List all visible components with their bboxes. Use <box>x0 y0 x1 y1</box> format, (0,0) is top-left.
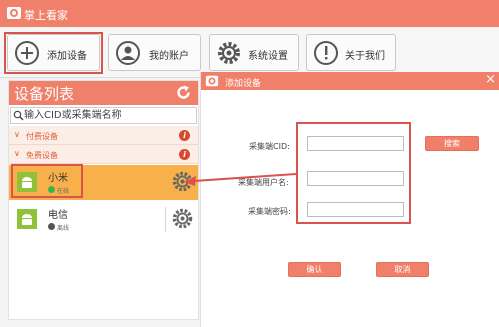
confirm-button[interactable]: 确认 <box>288 262 341 277</box>
annotation-highlight-form <box>296 122 411 224</box>
camera-app-icon <box>7 7 21 19</box>
system-settings-label: 系统设置 <box>248 51 288 62</box>
device-settings-gear-icon[interactable] <box>172 208 193 229</box>
refresh-icon[interactable] <box>175 84 192 101</box>
device-list-title: 设备列表 <box>14 85 75 103</box>
username-label: 采集端用户名: <box>238 178 289 187</box>
app-window: 掌上看家 添加设备 我的账户 系统设置 关于我们 设备列表 输入CID或采集端名… <box>0 0 499 327</box>
android-icon <box>17 209 37 229</box>
chevron-down-icon: ∨ <box>14 149 20 158</box>
title-bar: 掌上看家 <box>0 0 499 27</box>
group-free-devices[interactable]: ∨ 免费设备 i <box>9 145 198 164</box>
device-search <box>10 107 197 124</box>
info-icon[interactable]: i <box>179 130 190 141</box>
annotation-highlight-device <box>11 164 83 198</box>
camera-app-icon <box>205 75 219 87</box>
search-button[interactable]: 搜索 <box>425 136 479 151</box>
device-status: 离线 <box>57 225 70 232</box>
about-us-label: 关于我们 <box>345 51 385 62</box>
group-label: 免费设备 <box>26 151 58 160</box>
device-settings-gear-icon[interactable] <box>172 171 193 192</box>
group-paid-devices[interactable]: ∨ 付费设备 i <box>9 126 198 145</box>
annotation-highlight-add-device <box>4 32 103 74</box>
divider <box>165 207 166 232</box>
search-input[interactable] <box>24 108 194 123</box>
device-list-panel: 设备列表 ∨ 付费设备 i ∨ 免费设备 i <box>8 80 199 320</box>
dialog-title: 添加设备 <box>225 79 262 89</box>
close-icon[interactable]: × <box>485 72 496 87</box>
cancel-button[interactable]: 取消 <box>376 262 429 277</box>
app-title: 掌上看家 <box>24 9 68 22</box>
search-icon <box>13 110 24 121</box>
info-icon[interactable]: i <box>179 149 190 160</box>
gear-icon <box>218 42 240 64</box>
dialog-header: 添加设备 × <box>201 72 499 90</box>
status-offline-icon <box>48 223 55 230</box>
system-settings-button[interactable]: 系统设置 <box>209 34 299 71</box>
user-icon <box>116 41 140 65</box>
exclamation-icon <box>314 41 338 65</box>
password-label: 采集端密码: <box>248 207 291 216</box>
device-list-header: 设备列表 <box>9 81 198 105</box>
chevron-down-icon: ∨ <box>14 130 20 139</box>
device-name: 电信 <box>48 210 68 221</box>
cid-label: 采集端CID: <box>249 142 290 151</box>
about-us-button[interactable]: 关于我们 <box>306 34 396 71</box>
my-account-button[interactable]: 我的账户 <box>108 34 201 71</box>
group-label: 付费设备 <box>26 132 58 141</box>
my-account-label: 我的账户 <box>149 51 189 62</box>
device-row-telecom[interactable]: 电信 离线 <box>9 202 198 237</box>
